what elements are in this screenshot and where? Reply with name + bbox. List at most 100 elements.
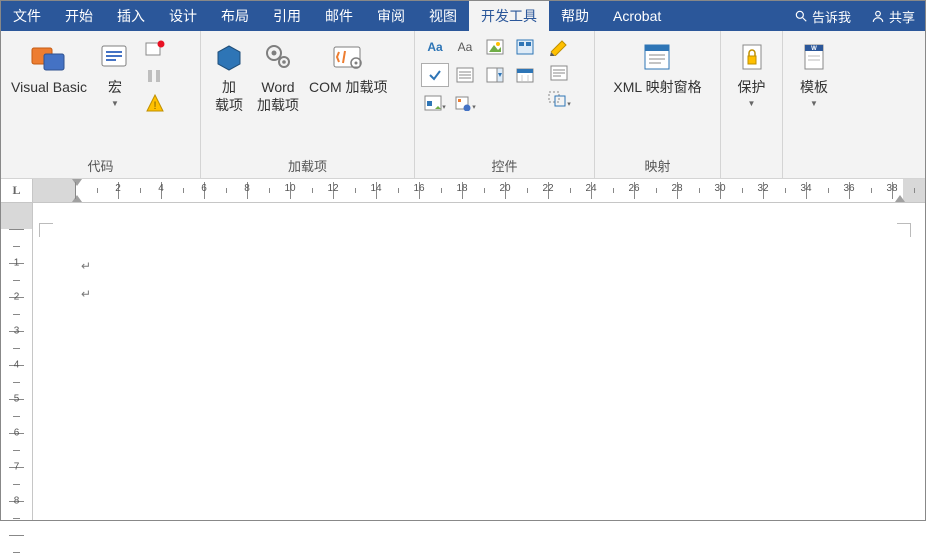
svg-text:W: W <box>811 46 817 52</box>
ruler-vertical[interactable]: 12345678 <box>1 203 33 520</box>
tab-设计[interactable]: 设计 <box>157 1 209 31</box>
group-code: Visual Basic 宏 ▼ ! 代码 <box>1 31 201 178</box>
group-controls: Aa Aa ▾ ▾ ▾ 控件 <box>415 31 595 178</box>
ruler-top-margin[interactable] <box>1 203 32 229</box>
tab-开始[interactable]: 开始 <box>53 1 105 31</box>
legacy-tools[interactable]: ▾ <box>451 91 479 115</box>
pause-recording-button[interactable] <box>141 64 169 88</box>
design-mode-button[interactable] <box>545 35 573 59</box>
right-indent-marker[interactable] <box>895 195 905 202</box>
com-addins-label: COM 加载项 <box>309 79 388 97</box>
word-addins-button[interactable]: Word 加载项 <box>253 35 303 116</box>
tab-布局[interactable]: 布局 <box>209 1 261 31</box>
tab-邮件[interactable]: 邮件 <box>313 1 365 31</box>
record-macro-icon <box>145 40 165 58</box>
chevron-down-icon: ▼ <box>748 99 756 109</box>
tab-Acrobat[interactable]: Acrobat <box>601 1 673 31</box>
building-block-icon <box>516 39 534 55</box>
ruler-h-label: 24 <box>585 183 596 194</box>
group-mapping-title: 映射 <box>595 156 720 178</box>
ruler-v-label: 6 <box>1 428 32 439</box>
ruler-left-margin[interactable] <box>33 179 75 202</box>
macro-security-button[interactable]: ! <box>141 91 169 115</box>
document-page[interactable]: ↵ ↵ <box>33 203 925 520</box>
visual-basic-button[interactable]: Visual Basic <box>7 35 91 99</box>
ruler-h-label: 22 <box>542 183 553 194</box>
hanging-indent-marker[interactable] <box>72 195 82 202</box>
chevron-down-icon: ▼ <box>111 99 119 109</box>
chevron-down-icon: ▼ <box>810 99 818 109</box>
tab-审阅[interactable]: 审阅 <box>365 1 417 31</box>
tab-插入[interactable]: 插入 <box>105 1 157 31</box>
check-icon <box>428 68 442 82</box>
xml-mapping-pane-button[interactable]: XML 映射窗格 <box>609 35 705 99</box>
group-code-title: 代码 <box>1 156 200 178</box>
ruler-h-label: 28 <box>671 183 682 194</box>
search-icon <box>794 9 808 23</box>
design-mode-icon <box>548 38 570 56</box>
date-picker-control[interactable] <box>511 63 539 87</box>
word-addins-label: Word 加载项 <box>257 79 299 114</box>
ruler-h-label: 32 <box>757 183 768 194</box>
first-line-indent-marker[interactable] <box>72 179 82 186</box>
properties-button[interactable] <box>545 61 573 85</box>
group-mapping: XML 映射窗格 映射 <box>595 31 721 178</box>
tab-视图[interactable]: 视图 <box>417 1 469 31</box>
combobox-control[interactable] <box>451 63 479 87</box>
tab-文件[interactable]: 文件 <box>1 1 53 31</box>
ribbon: Visual Basic 宏 ▼ ! 代码 加 载项 Word 加载项 <box>1 31 925 179</box>
warning-icon: ! <box>145 93 165 113</box>
ruler-h-label: 10 <box>284 183 295 194</box>
repeating-section-control[interactable]: ▾ <box>421 91 449 115</box>
tab-引用[interactable]: 引用 <box>261 1 313 31</box>
svg-text:!: ! <box>153 100 156 112</box>
dropdown-control[interactable] <box>481 63 509 87</box>
macros-label: 宏 <box>108 79 122 97</box>
ruler-v-label: 1 <box>1 258 32 269</box>
group-controls-button[interactable]: ▾ <box>545 87 573 111</box>
ruler-v-label: 5 <box>1 394 32 405</box>
addins-button[interactable]: 加 载项 <box>207 35 251 116</box>
xml-mapping-icon <box>641 42 675 72</box>
rich-text-control[interactable]: Aa <box>421 35 449 59</box>
properties-icon <box>549 64 569 82</box>
ruler-h-label: 26 <box>628 183 639 194</box>
checkbox-control[interactable] <box>421 63 449 87</box>
picture-control[interactable] <box>481 35 509 59</box>
tell-me[interactable]: 告诉我 <box>784 1 861 31</box>
template-icon: W <box>800 42 828 72</box>
group-addins-title: 加载项 <box>201 156 414 178</box>
ruler-h-label: 34 <box>800 183 811 194</box>
ruler-h-label: 20 <box>499 183 510 194</box>
document-template-button[interactable]: W 模板 ▼ <box>792 35 836 111</box>
paragraph-mark: ↵ <box>81 287 91 302</box>
xml-mapping-label: XML 映射窗格 <box>613 79 701 97</box>
tab-selector[interactable]: L <box>1 179 33 202</box>
record-macro-button[interactable] <box>141 37 169 61</box>
building-block-control[interactable] <box>511 35 539 59</box>
addins-icon <box>214 42 244 72</box>
share[interactable]: 共享 <box>861 1 925 31</box>
date-icon <box>516 67 534 83</box>
ruler-horizontal[interactable]: L 246810121416182022242628303234363840 <box>1 179 925 203</box>
plain-text-control[interactable]: Aa <box>451 35 479 59</box>
tab-帮助[interactable]: 帮助 <box>549 1 601 31</box>
ruler-h-label: 30 <box>714 183 725 194</box>
page-corner <box>897 223 911 237</box>
visual-basic-label: Visual Basic <box>11 79 87 97</box>
com-addins-button[interactable]: COM 加载项 <box>305 35 392 99</box>
lock-icon <box>738 42 766 72</box>
ruler-h-label: 38 <box>886 183 897 194</box>
controls-grid: Aa Aa ▾ ▾ <box>421 35 539 117</box>
group-icon <box>547 90 567 108</box>
ruler-v-label: 4 <box>1 360 32 371</box>
tab-开发工具[interactable]: 开发工具 <box>469 1 549 31</box>
ruler-v-label: 3 <box>1 326 32 337</box>
group-controls-title: 控件 <box>415 156 594 178</box>
legacy-icon <box>454 95 472 111</box>
protect-button[interactable]: 保护 ▼ <box>730 35 774 111</box>
repeating-icon <box>424 95 442 111</box>
ruler-h-label: 2 <box>115 183 121 194</box>
macros-button[interactable]: 宏 ▼ <box>93 35 137 111</box>
combobox-icon <box>456 67 474 83</box>
